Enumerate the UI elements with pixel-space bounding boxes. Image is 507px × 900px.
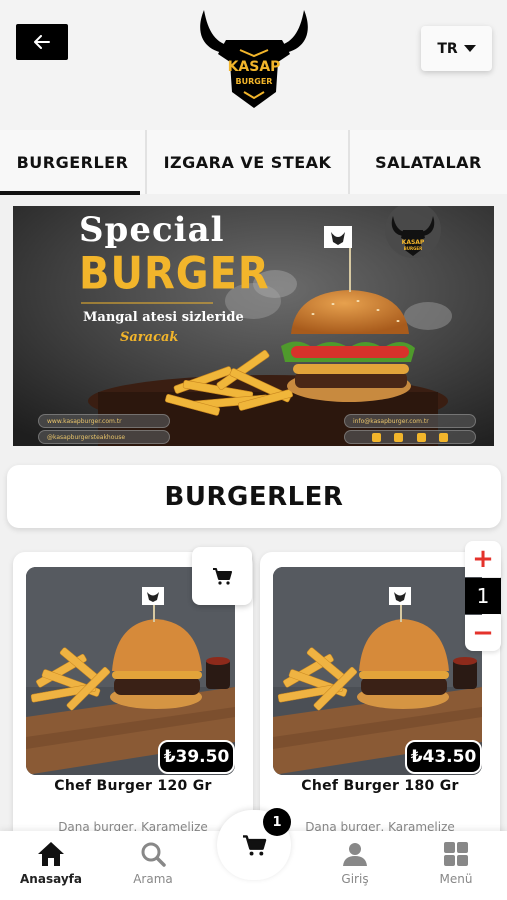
product-card[interactable]: ₺43.50 Chef Burger 180 Gr Dana burger, K… — [260, 552, 500, 852]
product-name[interactable]: Chef Burger 180 Gr — [260, 778, 500, 794]
product-name[interactable]: Chef Burger 120 Gr — [13, 778, 253, 794]
banner-subtitle-accent: Saracak — [120, 330, 179, 345]
snapchat-icon — [439, 432, 449, 442]
banner-title-burger: BURGER — [79, 248, 270, 300]
back-button[interactable] — [16, 24, 68, 60]
banner-title-special: Special — [79, 210, 225, 250]
cart-icon — [243, 835, 267, 856]
increase-button[interactable]: + — [465, 541, 501, 577]
user-icon — [343, 843, 367, 866]
header: KASAP BURGER TR — [0, 0, 507, 130]
nav-home[interactable]: Anasayfa — [11, 841, 91, 886]
banner-subtitle: Mangal atesi sizleride — [83, 310, 244, 325]
language-label: TR — [437, 40, 458, 57]
cart-count-badge: 1 — [263, 808, 291, 836]
facebook-icon — [394, 432, 404, 442]
grid-icon — [444, 842, 468, 866]
banner-email: info@kasapburger.com.tr — [344, 414, 476, 428]
twitter-icon — [416, 432, 426, 442]
add-to-cart-button[interactable] — [192, 547, 252, 605]
instagram-icon — [371, 432, 381, 442]
quantity-stepper: + 1 − — [465, 541, 501, 651]
nav-menu-label: Menü — [439, 872, 473, 886]
price-badge: ₺43.50 — [405, 740, 482, 774]
app-screen: KASAP BURGER TR BURGERLER IZGARA VE STEA… — [0, 0, 507, 900]
home-icon — [38, 842, 64, 866]
banner-logo-text-bottom: BURGER — [404, 246, 422, 251]
search-icon — [141, 842, 166, 867]
promo-banner[interactable]: KASAP BURGER Special BURGER Mangal atesi… — [13, 206, 494, 446]
nav-search-label: Arama — [133, 872, 173, 886]
logo-text-bottom: BURGER — [236, 77, 273, 86]
banner-instagram: @kasapburgersteakhouse — [38, 430, 170, 444]
language-selector[interactable]: TR — [421, 26, 492, 71]
nav-home-label: Anasayfa — [20, 872, 82, 886]
price-badge: ₺39.50 — [158, 740, 235, 774]
tab-salatalar[interactable]: SALATALAR — [350, 130, 507, 194]
logo-text-top: KASAP — [228, 59, 281, 75]
nav-login-label: Giriş — [341, 872, 369, 886]
banner-logo-text-top: KASAP — [402, 239, 425, 246]
brand-logo[interactable]: KASAP BURGER — [196, 4, 312, 112]
nav-menu[interactable]: Menü — [416, 841, 496, 886]
quantity-value: 1 — [465, 578, 501, 614]
caret-down-icon — [463, 45, 476, 52]
tab-izgara-ve-steak[interactable]: IZGARA VE STEAK — [147, 130, 350, 194]
cart-icon — [213, 568, 232, 585]
tab-burgerler[interactable]: BURGERLER — [0, 130, 147, 195]
arrow-left-icon — [34, 35, 50, 49]
banner-social-icons — [344, 430, 476, 444]
category-tabs: BURGERLER IZGARA VE STEAK SALATALAR — [0, 130, 507, 195]
banner-website: www.kasapburger.com.tr — [38, 414, 170, 428]
section-title: BURGERLER — [7, 465, 501, 528]
nav-login[interactable]: Giriş — [315, 841, 395, 886]
nav-search[interactable]: Arama — [113, 841, 193, 886]
decrease-button[interactable]: − — [465, 615, 501, 651]
